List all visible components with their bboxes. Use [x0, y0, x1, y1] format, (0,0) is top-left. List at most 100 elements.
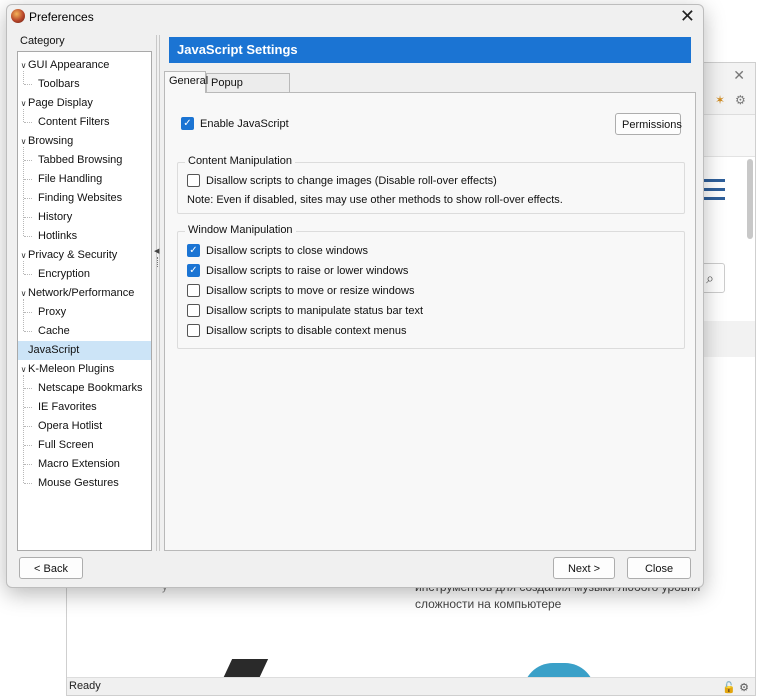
window-option-checkbox[interactable]: Disallow scripts to disable context menu… — [187, 324, 407, 337]
tree-item-cache[interactable]: Cache — [18, 322, 151, 341]
checkbox-unchecked-icon[interactable] — [187, 324, 200, 337]
tree-connector — [24, 122, 32, 123]
window-option-checkbox[interactable]: ✓ Disallow scripts to raise or lower wind… — [187, 264, 408, 277]
star-icon[interactable]: ✶ — [715, 93, 725, 107]
tree-item-browsing[interactable]: ∨ Browsing — [18, 132, 151, 151]
tree-item-label: Tabbed Browsing — [38, 154, 123, 166]
close-icon[interactable]: ✕ — [733, 67, 745, 84]
status-bar: Ready 🔓 ⚙ — [67, 677, 755, 695]
tree-item-label: Toolbars — [38, 78, 80, 90]
tree-item-content-filters[interactable]: Content Filters — [18, 113, 151, 132]
tree-connector — [23, 261, 24, 274]
tree-connector — [24, 445, 32, 446]
tab-general[interactable]: General — [164, 71, 208, 93]
checkbox-checked-icon[interactable]: ✓ — [181, 117, 194, 130]
tree-item-label: IE Favorites — [38, 401, 97, 413]
splitter-handle[interactable]: ◀ — [154, 35, 162, 551]
grip-icon — [157, 257, 159, 267]
tree-item-label: Page Display — [28, 97, 93, 109]
tree-item-k-meleon-plugins[interactable]: ∨ K-Meleon Plugins — [18, 360, 151, 379]
tree-connector — [23, 147, 24, 236]
window-option-checkbox[interactable]: Disallow scripts to manipulate status ba… — [187, 304, 423, 317]
tree-item-label: Opera Hotlist — [38, 420, 103, 432]
checkbox-label: Disallow scripts to disable context menu… — [206, 324, 407, 337]
checkbox-unchecked-icon[interactable] — [187, 174, 200, 187]
category-label: Category — [20, 35, 65, 47]
tree-item-label: Hotlinks — [38, 230, 78, 242]
group-title: Content Manipulation — [185, 155, 295, 167]
window-option-checkbox[interactable]: ✓ Disallow scripts to close windows — [187, 244, 368, 257]
tree-connector — [23, 375, 24, 483]
background-text-line: сложности на компьютере — [415, 597, 562, 611]
tree-connector — [24, 198, 32, 199]
tab-popup-windows[interactable]: Popup Windows — [206, 73, 290, 108]
back-button[interactable]: < Back — [19, 557, 83, 579]
tree-item-macro-extension[interactable]: Macro Extension — [18, 455, 151, 474]
checkbox-checked-icon[interactable]: ✓ — [187, 264, 200, 277]
category-tree[interactable]: ∨ GUI Appearance Toolbars ∨ Page Display Cont… — [17, 51, 152, 551]
tree-connector — [24, 179, 32, 180]
tree-connector — [24, 331, 32, 332]
tree-connector — [24, 274, 32, 275]
tree-item-proxy[interactable]: Proxy — [18, 303, 151, 322]
tree-item-label: Privacy & Security — [28, 249, 118, 261]
tree-item-javascript[interactable]: JavaScript — [18, 341, 151, 360]
status-text: Ready — [69, 680, 101, 692]
tree-item-file-handling[interactable]: File Handling — [18, 170, 151, 189]
tree-connector — [24, 84, 32, 85]
checkbox-label: Disallow scripts to raise or lower windo… — [206, 264, 409, 277]
close-icon[interactable]: ✕ — [680, 6, 695, 27]
content-manipulation-group: Content Manipulation Disallow scripts to… — [177, 155, 685, 214]
hamburger-menu-icon[interactable] — [703, 179, 725, 206]
tree-item-history[interactable]: History — [18, 208, 151, 227]
tree-item-tabbed-browsing[interactable]: Tabbed Browsing — [18, 151, 151, 170]
preferences-dialog: Preferences ✕ Category ∨ GUI Appearance To… — [6, 4, 704, 588]
tree-item-opera-hotlist[interactable]: Opera Hotlist — [18, 417, 151, 436]
tree-item-full-screen[interactable]: Full Screen — [18, 436, 151, 455]
tree-item-label: Mouse Gestures — [38, 477, 119, 489]
group-title: Window Manipulation — [185, 224, 296, 236]
tree-item-label: History — [38, 211, 73, 223]
tree-item-netscape-bookmarks[interactable]: Netscape Bookmarks — [18, 379, 151, 398]
tree-item-ie-favorites[interactable]: IE Favorites — [18, 398, 151, 417]
dialog-title: Preferences — [29, 10, 94, 24]
tree-item-network-performance[interactable]: ∨ Network/Performance — [18, 284, 151, 303]
tree-connector — [24, 217, 32, 218]
tree-connector — [24, 483, 32, 484]
tree-connector — [24, 388, 32, 389]
tree-item-gui-appearance[interactable]: ∨ GUI Appearance — [18, 56, 151, 75]
tree-item-encryption[interactable]: Encryption — [18, 265, 151, 284]
tree-item-label: Proxy — [38, 306, 67, 318]
tree-item-label: Finding Websites — [38, 192, 123, 204]
tree-item-label: GUI Appearance — [28, 59, 110, 71]
collapse-arrow-icon[interactable]: ◀ — [154, 247, 159, 255]
next-button[interactable]: Next > — [553, 557, 615, 579]
close-button[interactable]: Close — [627, 557, 691, 579]
gear-icon[interactable]: ⚙ — [735, 93, 746, 107]
tree-item-hotlinks[interactable]: Hotlinks — [18, 227, 151, 246]
background-scrollbar[interactable] — [747, 159, 753, 239]
tree-connector — [24, 312, 32, 313]
tree-connector — [24, 407, 32, 408]
tree-item-label: K-Meleon Plugins — [28, 363, 115, 375]
tree-item-label: Cache — [38, 325, 70, 337]
rollover-note: Note: Even if disabled, sites may use ot… — [187, 194, 563, 206]
tree-connector — [24, 160, 32, 161]
tree-item-finding-websites[interactable]: Finding Websites — [18, 189, 151, 208]
tree-item-mouse-gestures[interactable]: Mouse Gestures — [18, 474, 151, 493]
checkbox-unchecked-icon[interactable] — [187, 284, 200, 297]
window-option-checkbox[interactable]: Disallow scripts to move or resize windo… — [187, 284, 414, 297]
tree-item-label: Network/Performance — [28, 287, 135, 299]
permissions-button[interactable]: Permissions — [615, 113, 682, 135]
tree-connector — [24, 464, 32, 465]
tree-item-page-display[interactable]: ∨ Page Display — [18, 94, 151, 113]
tree-item-toolbars[interactable]: Toolbars — [18, 75, 151, 94]
checkbox-label: Enable JavaScript — [200, 117, 289, 130]
security-lock-icon[interactable]: 🔓 ⚙ — [722, 680, 749, 697]
checkbox-label: Disallow scripts to manipulate status ba… — [206, 304, 424, 317]
checkbox-checked-icon[interactable]: ✓ — [187, 244, 200, 257]
tree-item-privacy-security[interactable]: ∨ Privacy & Security — [18, 246, 151, 265]
checkbox-unchecked-icon[interactable] — [187, 304, 200, 317]
enable-javascript-checkbox[interactable]: ✓ Enable JavaScript — [181, 117, 289, 130]
disallow-images-checkbox[interactable]: Disallow scripts to change images (Disab… — [187, 174, 497, 187]
